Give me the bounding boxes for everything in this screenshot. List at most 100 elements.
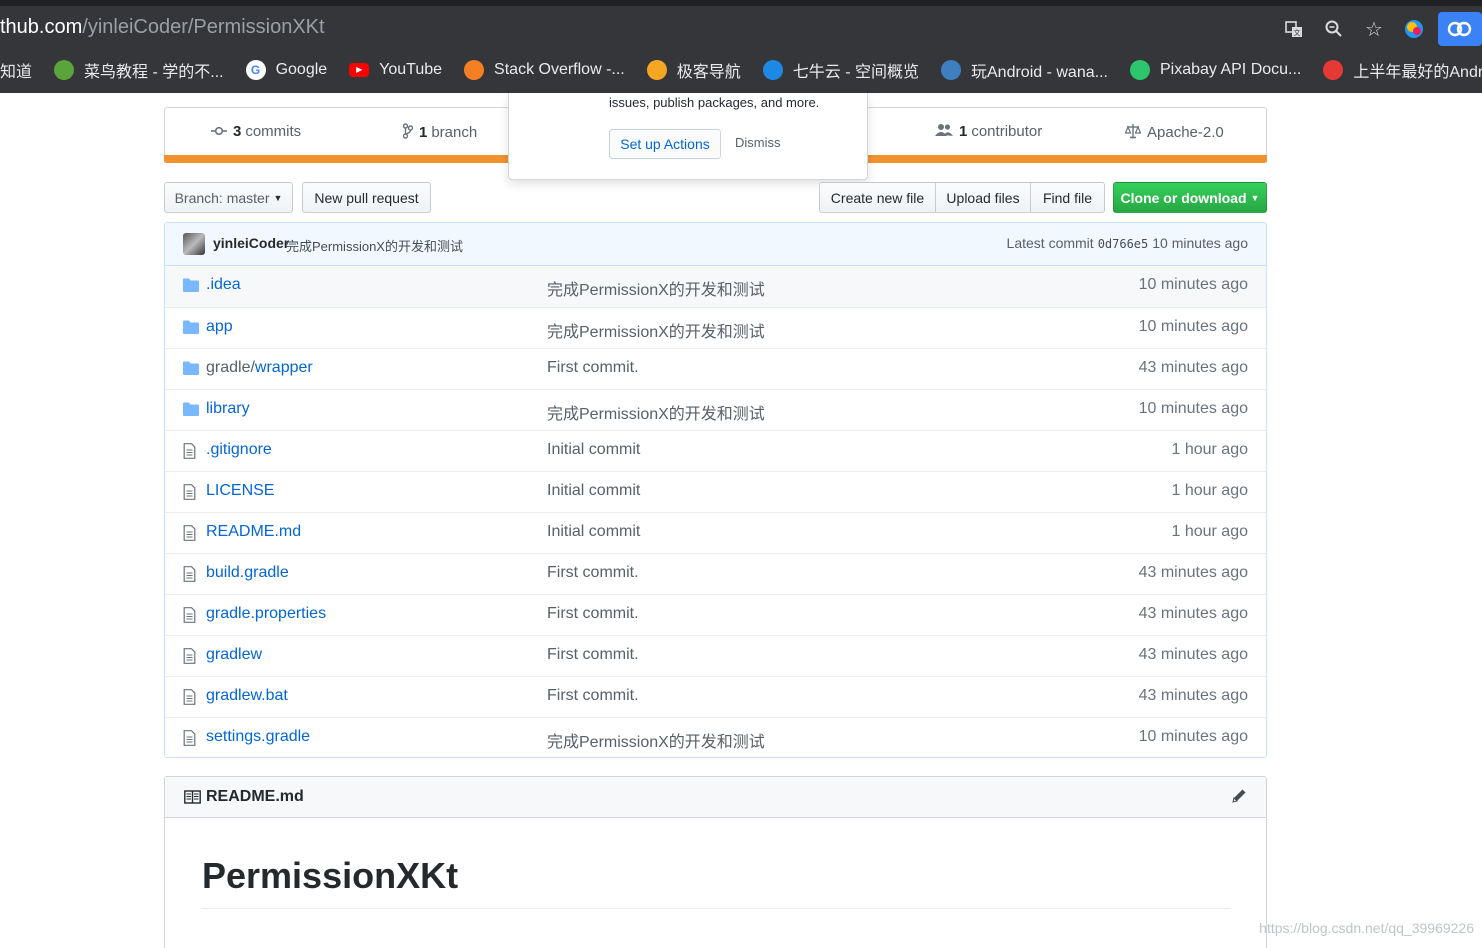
bookmark-item[interactable]: 知道: [0, 58, 32, 82]
file-commit-message[interactable]: Initial commit: [547, 523, 640, 541]
file-icon: [183, 607, 199, 623]
file-icon: [183, 525, 199, 541]
star-bookmark-icon[interactable]: ☆: [1354, 12, 1394, 46]
google-icon: G: [245, 59, 266, 80]
file-name-link[interactable]: app: [206, 318, 233, 336]
book-icon: [184, 790, 201, 804]
latest-commit-bar: yinleiCoder 完成PermissionX的开发和测试 Latest c…: [165, 223, 1266, 266]
file-commit-message[interactable]: Initial commit: [547, 441, 640, 459]
file-commit-age: 43 minutes ago: [1138, 359, 1248, 376]
bookmark-label: 极客导航: [676, 63, 741, 81]
file-commit-age: 10 minutes ago: [1138, 728, 1248, 745]
zoom-icon[interactable]: [1314, 12, 1354, 46]
table-row: LICENSE Initial commit 1 hour ago: [165, 471, 1266, 512]
license-link[interactable]: Apache-2.0: [1124, 123, 1224, 142]
file-name-link[interactable]: README.md: [206, 523, 301, 541]
clone-label: Clone or download: [1120, 189, 1247, 206]
file-commit-age: 10 minutes ago: [1138, 276, 1248, 293]
file-name-link[interactable]: .idea: [206, 276, 241, 294]
file-commit-message[interactable]: First commit.: [547, 646, 639, 664]
bookmark-item[interactable]: 极客导航: [646, 58, 741, 82]
url-host: thub.com: [0, 16, 83, 38]
dismiss-button[interactable]: Dismiss: [735, 135, 781, 150]
file-name-link[interactable]: build.gradle: [206, 564, 289, 582]
file-path-prefix: gradle/: [206, 359, 255, 376]
readme-heading: PermissionXKt: [202, 855, 459, 896]
branch-count: 1: [419, 124, 428, 141]
table-row: .idea 完成PermissionX的开发和测试 10 minutes ago: [165, 266, 1266, 307]
file-list: .idea 完成PermissionX的开发和测试 10 minutes ago ap…: [165, 266, 1266, 757]
bookmark-label: 知道: [0, 63, 33, 81]
url-field[interactable]: thub.com/yinleiCoder/PermissionXKt: [0, 16, 325, 39]
file-commit-message[interactable]: First commit.: [547, 564, 639, 582]
file-name-link[interactable]: .gitignore: [206, 441, 272, 459]
bookmark-item[interactable]: Stack Overflow -...: [464, 59, 625, 80]
table-row: settings.gradle 完成PermissionX的开发和测试 10 min…: [165, 717, 1266, 757]
file-name-link[interactable]: gradle.properties: [206, 605, 326, 623]
file-name-link[interactable]: gradlew: [206, 646, 262, 664]
create-new-file-button[interactable]: Create new file: [819, 182, 936, 213]
youtube-icon: ▶: [349, 62, 370, 77]
bookmark-item[interactable]: Pixabay API Docu...: [1129, 59, 1301, 80]
file-commit-message[interactable]: 完成PermissionX的开发和测试: [547, 318, 765, 342]
file-commit-message[interactable]: First commit.: [547, 605, 639, 623]
file-name-link[interactable]: gradle/wrapper: [206, 359, 313, 377]
file-commit-message[interactable]: Initial commit: [547, 482, 640, 500]
runoob-icon: [54, 59, 75, 80]
contributors-link[interactable]: 1 contributor: [935, 123, 1042, 140]
bookmark-item[interactable]: 上半年最好的Andr...: [1323, 58, 1482, 82]
table-row: build.gradle First commit. 43 minutes ago: [165, 553, 1266, 594]
new-pull-request-button[interactable]: New pull request: [302, 182, 431, 213]
file-commit-age: 43 minutes ago: [1138, 605, 1248, 622]
folder-icon: [183, 320, 199, 336]
file-commit-message[interactable]: First commit.: [547, 687, 639, 705]
bookmark-item[interactable]: 七牛云 - 空间概览: [762, 58, 919, 82]
file-icon: [183, 566, 199, 582]
commit-author[interactable]: yinleiCoder: [213, 235, 289, 251]
commit-message[interactable]: 完成PermissionX的开发和测试: [286, 236, 463, 255]
file-icon: [183, 484, 199, 500]
setup-actions-button[interactable]: Set up Actions: [609, 129, 721, 159]
branch-select-button[interactable]: Branch: master ▼: [164, 182, 293, 213]
table-row: library 完成PermissionX的开发和测试 10 minutes ago: [165, 389, 1266, 430]
bookmark-item[interactable]: ▶ YouTube: [349, 61, 442, 79]
branch-label: branch: [431, 124, 478, 141]
extension-icon[interactable]: [1394, 12, 1434, 46]
clone-or-download-button[interactable]: Clone or download ▼: [1113, 182, 1267, 213]
stackoverflow-icon: [464, 59, 485, 80]
bookmark-item[interactable]: 玩Android - wana...: [941, 58, 1108, 82]
file-name: build.gradle: [206, 564, 289, 581]
pencil-edit-icon[interactable]: [1230, 787, 1248, 810]
file-name: app: [206, 318, 233, 335]
table-row: gradle/wrapper First commit. 43 minutes ag…: [165, 348, 1266, 389]
file-name-link[interactable]: gradlew.bat: [206, 687, 288, 705]
file-name-link[interactable]: LICENSE: [206, 482, 274, 500]
file-name-link[interactable]: settings.gradle: [206, 728, 310, 746]
bookmark-item[interactable]: 菜鸟教程 - 学的不...: [54, 58, 224, 82]
file-commit-message[interactable]: First commit.: [547, 359, 639, 377]
commit-age: 10 minutes ago: [1152, 235, 1248, 251]
latest-commit-info: Latest commit 0d766e5 10 minutes ago: [1007, 235, 1248, 251]
find-file-button[interactable]: Find file: [1030, 182, 1105, 213]
chevron-down-icon: ▼: [273, 192, 283, 203]
file-name: wrapper: [254, 359, 313, 376]
file-commit-message[interactable]: 完成PermissionX的开发和测试: [547, 276, 765, 300]
translate-icon[interactable]: 文: [1274, 12, 1314, 46]
bookmark-label: Stack Overflow -...: [494, 60, 625, 78]
baidu-pan-extension-icon[interactable]: [1438, 12, 1482, 46]
upload-files-button[interactable]: Upload files: [935, 182, 1031, 213]
commits-link[interactable]: 3 commits: [211, 123, 301, 140]
commit-sha[interactable]: 0d766e5: [1098, 237, 1149, 251]
table-row: gradle.properties First commit. 43 minutes…: [165, 594, 1266, 635]
file-icon: [183, 648, 199, 664]
branch-select-label: Branch: master: [174, 189, 270, 206]
file-commit-message[interactable]: 完成PermissionX的开发和测试: [547, 728, 765, 752]
branches-link[interactable]: 1 branch: [402, 123, 478, 142]
file-icon: [183, 443, 199, 459]
file-name-link[interactable]: library: [206, 400, 250, 418]
flame-icon: [1323, 59, 1344, 80]
avatar[interactable]: [183, 233, 205, 255]
file-commit-message[interactable]: 完成PermissionX的开发和测试: [547, 400, 765, 424]
chevron-down-icon: ▼: [1250, 192, 1260, 203]
bookmark-item[interactable]: G Google: [245, 59, 327, 80]
